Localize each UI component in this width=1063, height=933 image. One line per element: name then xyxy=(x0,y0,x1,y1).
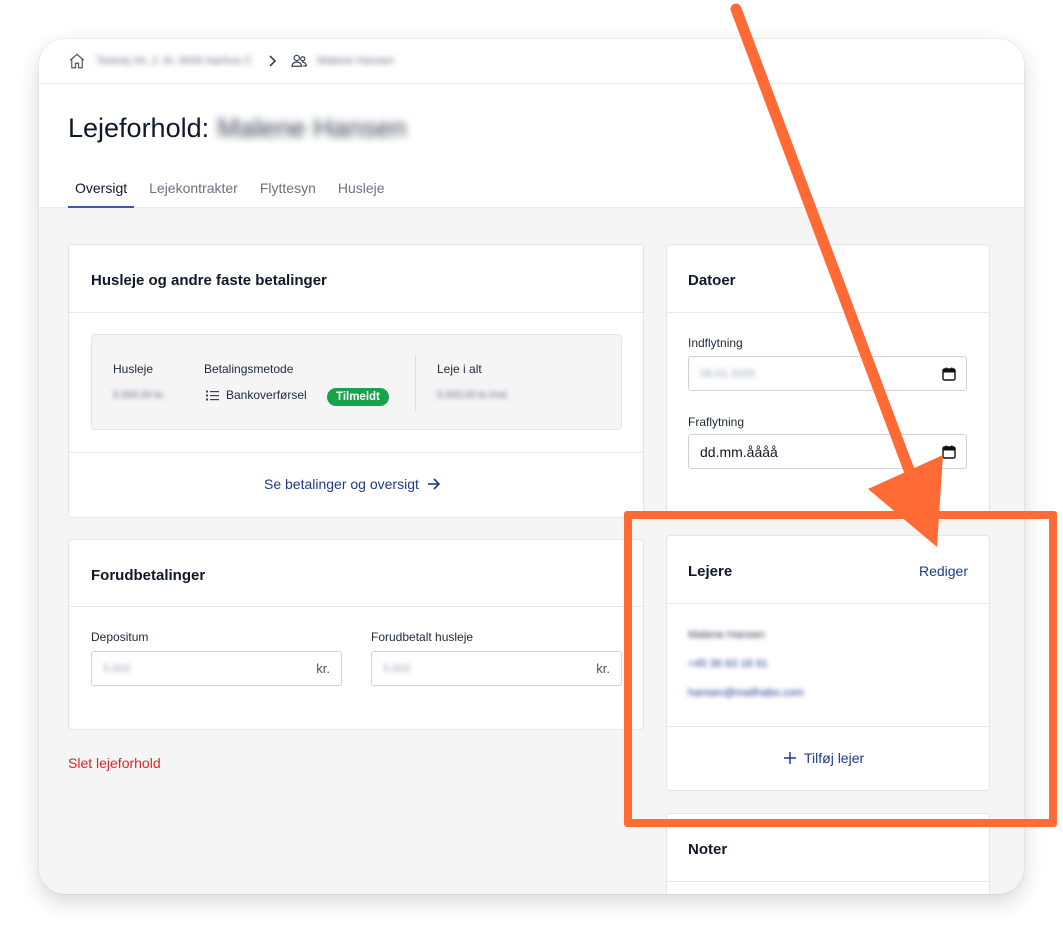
tab-bar: Oversigt Lejekontrakter Flyttesyn Huslej… xyxy=(68,179,400,208)
dates-card: Datoer Indflytning 06.01.2025 Fraflytnin… xyxy=(666,244,990,518)
prepaid-rent-input[interactable]: 5.000 kr. xyxy=(371,651,622,686)
total-value: 5.000,00 kr./md. xyxy=(437,390,509,401)
payment-summary: Husleje 5.000,00 kr. Betalingsmetode Ban… xyxy=(91,334,622,430)
divider xyxy=(69,312,643,313)
deposit-value: 5.000 xyxy=(103,663,131,675)
notes-card: Noter xyxy=(666,813,990,894)
method-label: Betalingsmetode xyxy=(204,362,294,376)
breadcrumb-address[interactable]: Testvej 44, 2. th, 8000 Aarhus C xyxy=(96,55,252,67)
page-title-name: Malene Hansen xyxy=(217,113,407,143)
tenants-title: Lejere xyxy=(688,563,733,580)
method-value: Bankoverførsel xyxy=(226,388,307,402)
header: Testvej 44, 2. th, 8000 Aarhus C Malene … xyxy=(39,39,1024,208)
separator xyxy=(415,355,416,411)
currency-suffix: kr. xyxy=(596,661,610,676)
move-out-date-input[interactable]: dd.mm.åååå xyxy=(688,434,967,469)
view-payments-label: Se betalinger og oversigt xyxy=(264,476,419,492)
divider xyxy=(69,606,643,607)
calendar-icon[interactable] xyxy=(942,445,956,459)
status-badge: Tilmeldt xyxy=(327,388,389,406)
calendar-icon[interactable] xyxy=(942,367,956,381)
divider xyxy=(69,452,643,453)
edit-tenants-button[interactable]: Rediger xyxy=(919,563,968,579)
notes-title: Noter xyxy=(688,841,728,858)
home-icon[interactable] xyxy=(68,52,86,70)
move-out-placeholder: dd.mm.åååå xyxy=(700,444,778,460)
plus-icon xyxy=(784,752,796,764)
users-icon xyxy=(291,54,307,67)
tenant-name: Malene Hansen xyxy=(688,629,766,641)
currency-suffix: kr. xyxy=(316,661,330,676)
dates-title: Datoer xyxy=(688,272,736,289)
prepaid-label: Forudbetalt husleje xyxy=(371,630,474,644)
rent-label: Husleje xyxy=(113,362,154,376)
page-title: Lejeforhold: Malene Hansen xyxy=(68,113,406,144)
app-window: Testvej 44, 2. th, 8000 Aarhus C Malene … xyxy=(39,39,1024,894)
divider xyxy=(667,881,989,882)
move-in-value: 06.01.2025 xyxy=(700,368,756,380)
tab-lejekontrakter[interactable]: Lejekontrakter xyxy=(142,179,245,208)
prepayments-card: Forudbetalinger Depositum 5.000 kr. Foru… xyxy=(68,539,644,730)
delete-tenancy-link[interactable]: Slet lejeforhold xyxy=(68,755,161,771)
payments-title: Husleje og andre faste betalinger xyxy=(91,272,327,289)
chevron-right-icon xyxy=(269,55,276,67)
breadcrumb: Testvej 44, 2. th, 8000 Aarhus C Malene … xyxy=(39,39,1024,84)
move-in-label: Indflytning xyxy=(688,336,743,350)
total-label: Leje i alt xyxy=(437,362,482,376)
payments-card: Husleje og andre faste betalinger Huslej… xyxy=(68,244,644,518)
prepaid-value: 5.000 xyxy=(383,663,411,675)
divider xyxy=(667,603,989,604)
tenant-phone[interactable]: +45 36 63 18 91 xyxy=(688,658,768,670)
tab-oversigt[interactable]: Oversigt xyxy=(68,179,135,208)
prepayments-title: Forudbetalinger xyxy=(91,567,206,584)
tenant-email[interactable]: hansen@mailhabo.com xyxy=(688,687,804,699)
deposit-label: Depositum xyxy=(91,630,149,644)
tenants-card: Lejere Rediger Malene Hansen +45 36 63 1… xyxy=(666,535,990,791)
move-in-date-input[interactable]: 06.01.2025 xyxy=(688,356,967,391)
add-tenant-label: Tilføj lejer xyxy=(804,750,865,766)
list-icon xyxy=(206,390,219,401)
move-out-label: Fraflytning xyxy=(688,415,745,429)
deposit-input[interactable]: 5.000 kr. xyxy=(91,651,342,686)
divider xyxy=(667,726,989,727)
page-title-prefix: Lejeforhold: xyxy=(68,113,210,143)
breadcrumb-tenant[interactable]: Malene Hansen xyxy=(317,55,394,67)
rent-value: 5.000,00 kr. xyxy=(113,390,166,401)
divider xyxy=(667,312,989,313)
tab-husleje[interactable]: Husleje xyxy=(331,179,392,208)
tab-flyttesyn[interactable]: Flyttesyn xyxy=(253,179,323,208)
arrow-right-icon xyxy=(427,478,440,490)
add-tenant-button[interactable]: Tilføj lejer xyxy=(784,750,864,766)
view-payments-link[interactable]: Se betalinger og oversigt xyxy=(264,476,440,492)
